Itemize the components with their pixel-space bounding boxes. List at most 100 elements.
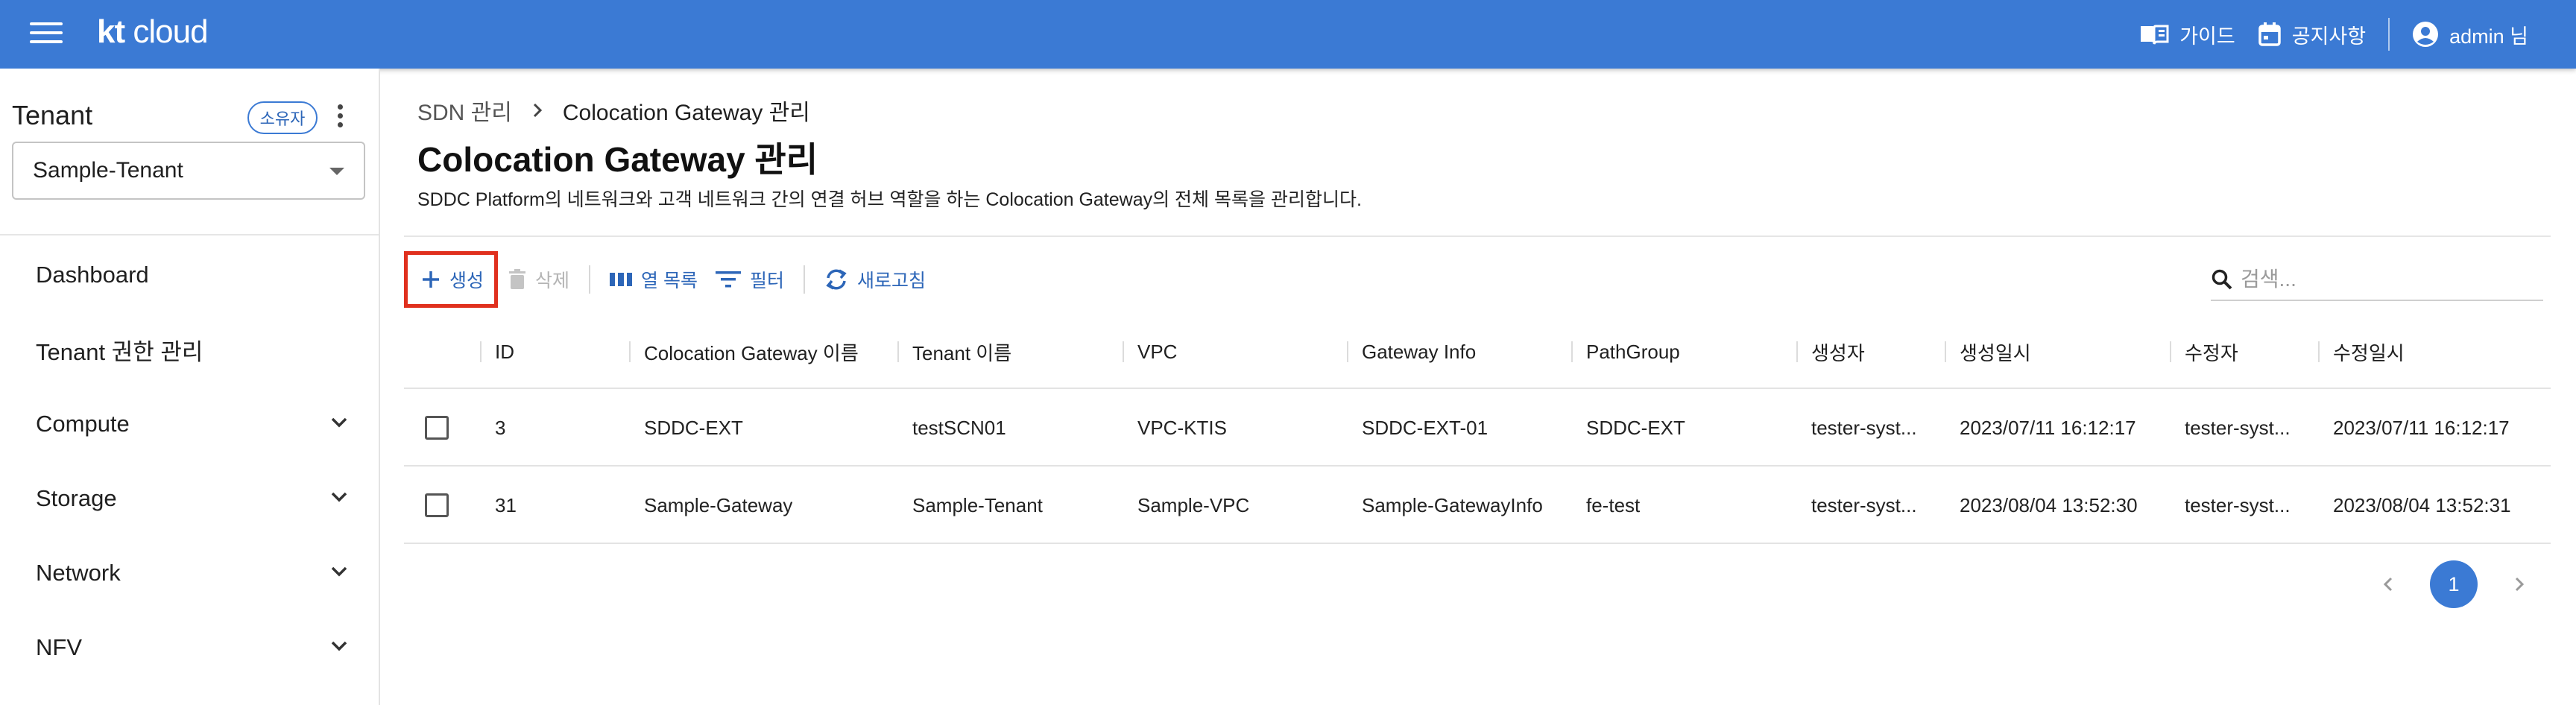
column-header-label: Tenant 이름: [912, 341, 1012, 364]
column-header-label: 생성자: [1811, 341, 1865, 364]
column-header-label: 생성일시: [1960, 341, 2031, 364]
sidebar-item-storage[interactable]: Storage: [36, 476, 349, 521]
filter-button[interactable]: 필터: [707, 253, 793, 306]
guide-link[interactable]: 가이드: [2139, 20, 2235, 49]
sidebar-item-dashboard[interactable]: Dashboard: [36, 253, 349, 297]
column-header-tenant-name[interactable]: Tenant 이름: [897, 314, 1012, 389]
column-header-label: Gateway Info: [1362, 340, 1477, 363]
column-header-id[interactable]: ID: [480, 314, 514, 389]
cell-vpc: Sample-VPC: [1137, 493, 1250, 516]
page-description: SDDC Platform의 네트워크와 고객 네트워크 간의 연결 허브 역할…: [417, 189, 1362, 210]
refresh-button[interactable]: 새로고침: [815, 253, 935, 306]
gateway-table: ID Colocation Gateway 이름 Tenant 이름 VPC G…: [404, 314, 2551, 544]
cell-created-at: 2023/07/11 16:12:17: [1960, 416, 2136, 439]
search-input[interactable]: [2241, 268, 2524, 291]
row-checkbox[interactable]: [425, 416, 449, 440]
cell-id: 3: [495, 416, 506, 439]
search-icon: [2212, 269, 2232, 290]
sidebar-item-label: Storage: [36, 485, 117, 511]
columns-button[interactable]: 열 목록: [601, 253, 707, 306]
chevron-left-icon: [2383, 577, 2393, 592]
dropdown-caret-icon: [329, 168, 344, 175]
column-header-creator[interactable]: 생성자: [1796, 314, 1865, 389]
sidebar-item-tenant-permission[interactable]: Tenant 권한 관리: [36, 327, 349, 372]
logo-kt-text: kt: [97, 13, 125, 50]
breadcrumb-parent-link[interactable]: SDN 관리: [417, 94, 512, 127]
chevron-down-icon: [331, 566, 347, 577]
top-app-bar: kt cloud 가이드 공지사항 admin 님: [0, 0, 2576, 69]
search-box: [2211, 259, 2543, 301]
next-page-button[interactable]: [2504, 560, 2534, 608]
book-icon: [2141, 25, 2169, 45]
cell-tenant-name: testSCN01: [912, 416, 1006, 439]
tenant-select-value: Sample-Tenant: [33, 158, 183, 183]
column-header-label: Colocation Gateway 이름: [644, 341, 859, 364]
cell-gateway-info: SDDC-EXT-01: [1362, 416, 1489, 439]
notice-label: 공지사항: [2291, 25, 2367, 48]
user-menu[interactable]: admin 님: [2412, 20, 2528, 49]
create-label: 생성: [449, 271, 484, 291]
refresh-label: 새로고침: [857, 271, 926, 291]
column-header-label: 수정일시: [2333, 341, 2405, 364]
chevron-right-icon: [2515, 577, 2525, 592]
column-header-modified-at[interactable]: 수정일시: [2318, 314, 2405, 389]
hamburger-menu-icon[interactable]: [30, 22, 63, 46]
logo-cloud-text: cloud: [133, 13, 208, 50]
notice-link[interactable]: 공지사항: [2258, 20, 2366, 49]
cell-creator: tester-syst...: [1811, 493, 1917, 516]
column-header-pathgroup[interactable]: PathGroup: [1571, 314, 1680, 389]
cell-gateway-name: SDDC-EXT: [644, 416, 743, 439]
sidebar-item-label: Tenant 권한 관리: [36, 338, 203, 365]
sidebar-item-nfv[interactable]: NFV: [36, 625, 349, 670]
topbar-divider: [2388, 18, 2390, 51]
page-number-button[interactable]: 1: [2430, 560, 2478, 608]
sidebar-item-label: Compute: [36, 411, 130, 437]
column-header-gateway-name[interactable]: Colocation Gateway 이름: [629, 314, 859, 389]
create-button[interactable]: 생성: [404, 251, 499, 308]
more-vert-icon[interactable]: [332, 104, 347, 131]
filter-list-icon: [715, 271, 741, 288]
cell-pathgroup: fe-test: [1586, 493, 1641, 516]
row-checkbox[interactable]: [425, 493, 449, 517]
cell-gateway-name: Sample-Gateway: [644, 493, 793, 516]
trash-icon: [509, 269, 526, 289]
delete-button[interactable]: 삭제: [499, 253, 578, 306]
cell-pathgroup: SDDC-EXT: [1586, 416, 1685, 439]
prev-page-button[interactable]: [2373, 560, 2403, 608]
chevron-down-icon: [331, 641, 347, 651]
sidebar-divider: [0, 234, 379, 235]
pagination: 1: [2373, 560, 2534, 608]
table-row[interactable]: 31 Sample-Gateway Sample-Tenant Sample-V…: [404, 467, 2551, 544]
chevron-down-icon: [331, 417, 347, 428]
sidebar: Tenant 소유자 Sample-Tenant Dashboard Tenan…: [0, 69, 380, 705]
column-header-vpc[interactable]: VPC: [1123, 314, 1177, 389]
calendar-icon: [2258, 22, 2281, 46]
header-divider: [404, 235, 2551, 237]
tenant-heading: Tenant: [12, 100, 93, 130]
table-row[interactable]: 3 SDDC-EXT testSCN01 VPC-KTIS SDDC-EXT-0…: [404, 389, 2551, 467]
refresh-icon: [826, 269, 847, 290]
columns-label: 열 목록: [641, 271, 698, 291]
column-header-created-at[interactable]: 생성일시: [1945, 314, 2031, 389]
table-header: ID Colocation Gateway 이름 Tenant 이름 VPC G…: [404, 314, 2551, 389]
column-header-label: 수정자: [2185, 341, 2238, 364]
user-label: admin 님: [2449, 25, 2528, 48]
cell-modified-at: 2023/08/04 13:52:31: [2333, 493, 2511, 516]
column-header-label: PathGroup: [1586, 340, 1680, 363]
kt-cloud-logo[interactable]: kt cloud: [97, 13, 209, 51]
sidebar-item-label: Dashboard: [36, 262, 149, 288]
sidebar-item-network[interactable]: Network: [36, 551, 349, 595]
column-header-modifier[interactable]: 수정자: [2170, 314, 2238, 389]
column-header-gateway-info[interactable]: Gateway Info: [1347, 314, 1477, 389]
cell-id: 31: [495, 493, 517, 516]
tenant-select[interactable]: Sample-Tenant: [12, 142, 365, 200]
view-column-icon: [610, 273, 633, 286]
chevron-down-icon: [331, 492, 347, 502]
cell-created-at: 2023/08/04 13:52:30: [1960, 493, 2138, 516]
guide-label: 가이드: [2179, 25, 2235, 48]
sidebar-item-compute[interactable]: Compute: [36, 402, 349, 446]
toolbar-divider: [804, 265, 805, 294]
sidebar-item-label: NFV: [36, 634, 82, 660]
plus-icon: [423, 271, 439, 288]
cell-modified-at: 2023/07/11 16:12:17: [2333, 416, 2510, 439]
